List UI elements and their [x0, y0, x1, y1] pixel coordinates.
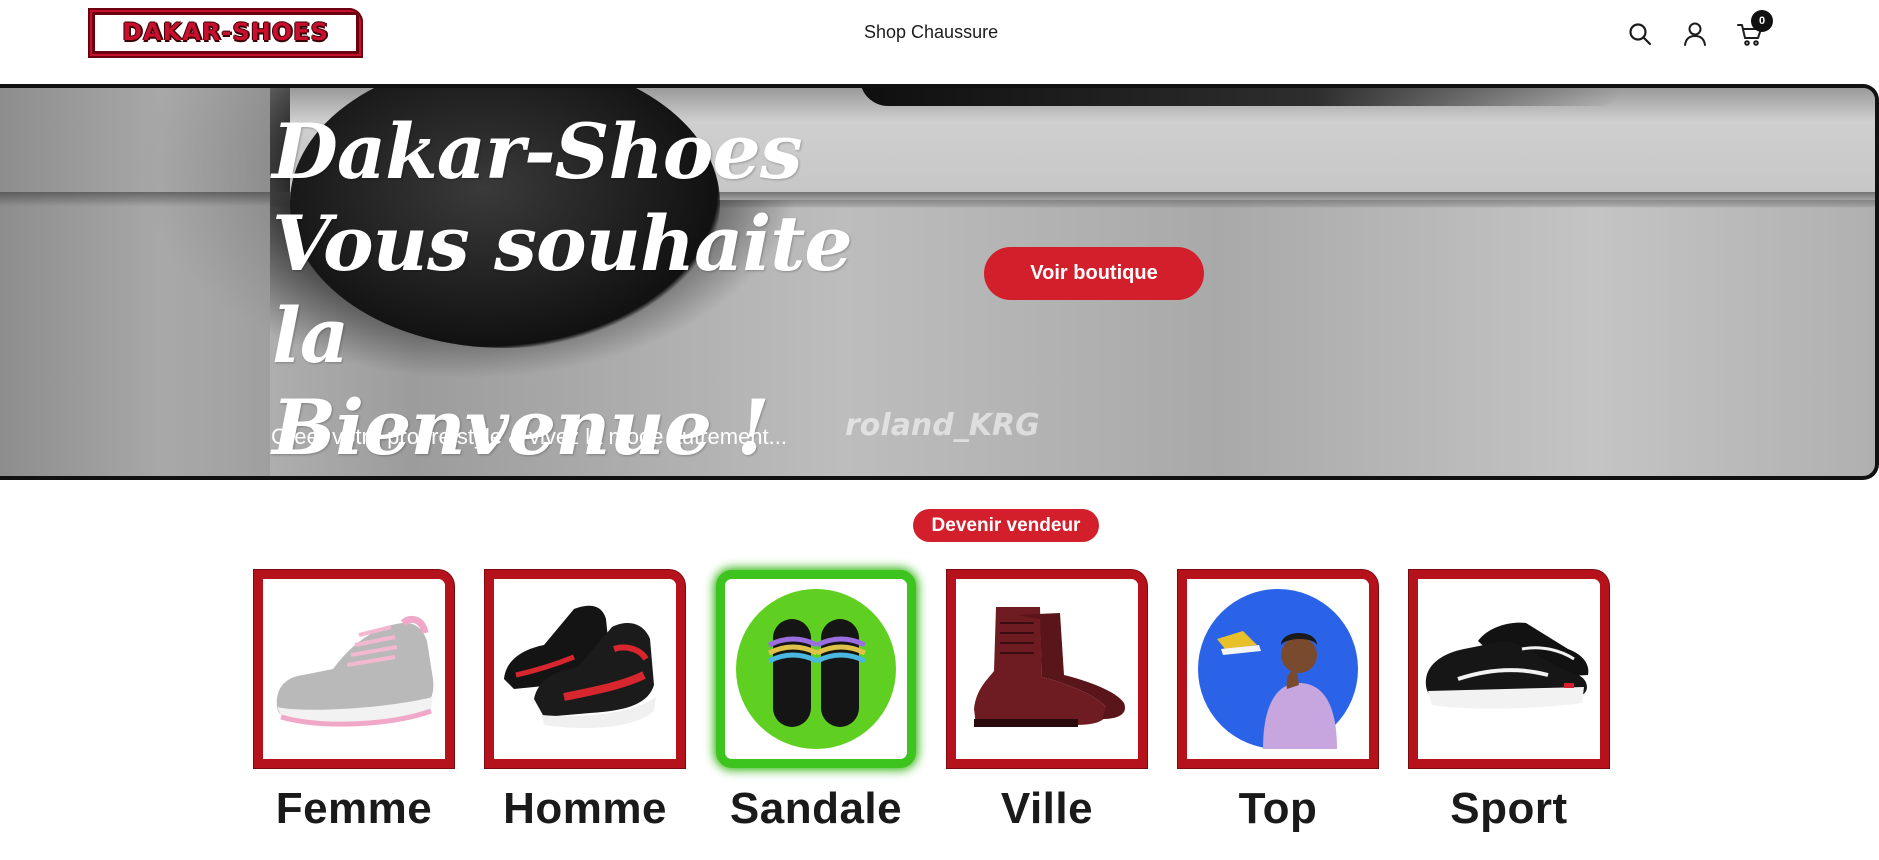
- sport-sneakers-image: [494, 579, 676, 759]
- category-ville[interactable]: Ville: [947, 570, 1147, 834]
- category-homme[interactable]: Homme: [485, 570, 685, 834]
- category-image-frame[interactable]: [1178, 570, 1378, 768]
- black-sneakers-image: [1418, 579, 1600, 759]
- category-sport[interactable]: Sport: [1409, 570, 1609, 834]
- category-sandale[interactable]: Sandale: [716, 570, 916, 834]
- logo-inner: DAKAR-SHOES: [92, 12, 359, 54]
- category-label: Sandale: [729, 784, 903, 833]
- hero-bg-wall: [0, 88, 270, 476]
- site-header: DAKAR-SHOES Shop Chaussure 0: [0, 0, 1879, 84]
- category-image-frame[interactable]: [947, 570, 1147, 768]
- category-image-frame[interactable]: [716, 570, 916, 768]
- cart-count-badge: 0: [1751, 10, 1773, 32]
- image-watermark: roland_KRG: [845, 408, 1040, 443]
- search-icon[interactable]: [1626, 20, 1654, 48]
- voir-boutique-button[interactable]: Voir boutique: [984, 247, 1204, 300]
- category-label: Femme: [275, 784, 433, 833]
- hero-shoe-image-top: [860, 88, 1620, 106]
- category-femme[interactable]: Femme: [254, 570, 454, 834]
- hero-title: Dakar-Shoes Vous souhaite la Bienvenue !: [272, 106, 912, 474]
- category-image-frame[interactable]: [1409, 570, 1609, 768]
- devenir-vendeur-button[interactable]: Devenir vendeur: [913, 509, 1099, 542]
- nav-link-shop[interactable]: Shop Chaussure: [864, 22, 998, 43]
- logo-text: DAKAR-SHOES: [122, 18, 329, 46]
- category-top[interactable]: Top: [1178, 570, 1378, 834]
- category-label: Sport: [1450, 784, 1568, 833]
- site-logo[interactable]: DAKAR-SHOES: [88, 8, 363, 58]
- hero-title-line: Vous souhaite la: [272, 199, 853, 380]
- hero-subtitle: Creer votre propre style & vivez la mode…: [271, 424, 787, 449]
- man-thinking-image: [1187, 579, 1369, 759]
- hero-title-line: Dakar-Shoes: [272, 107, 803, 196]
- category-image-frame[interactable]: [254, 570, 454, 768]
- category-label: Top: [1238, 784, 1318, 833]
- leather-boots-image: [956, 579, 1138, 759]
- user-icon[interactable]: [1681, 20, 1709, 48]
- category-label: Ville: [1000, 784, 1094, 833]
- pink-sneaker-image: [263, 579, 445, 759]
- hero-banner: Dakar-Shoes Vous souhaite la Bienvenue !…: [0, 84, 1879, 480]
- category-image-frame[interactable]: [485, 570, 685, 768]
- sandals-image: [725, 579, 907, 759]
- category-label: Homme: [503, 784, 667, 833]
